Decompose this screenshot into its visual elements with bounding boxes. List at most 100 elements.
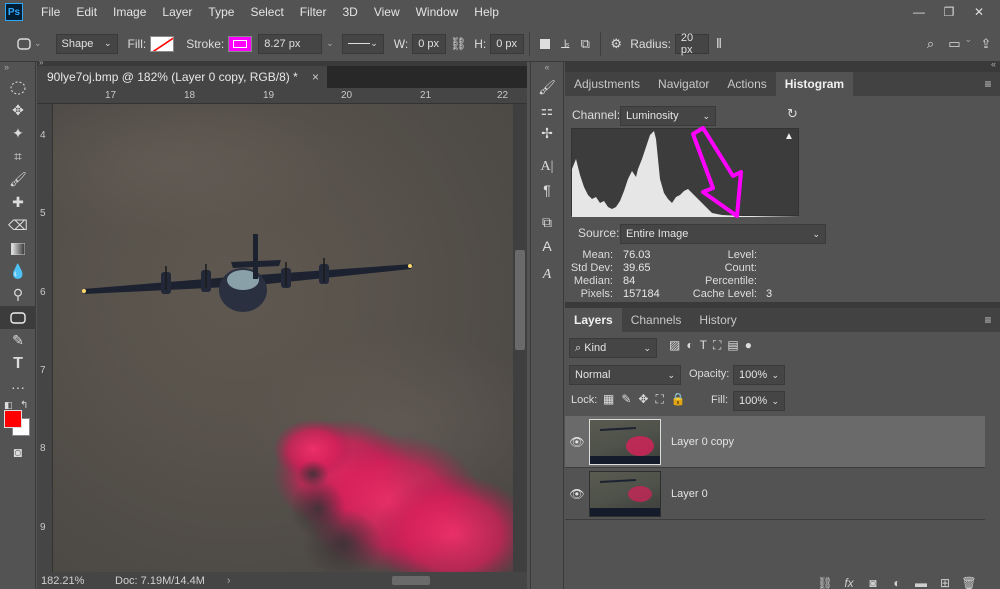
status-menu-icon[interactable]: › — [227, 575, 231, 587]
collapse-icon[interactable]: « — [991, 59, 996, 69]
brush-preset-icon[interactable]: 🖌 — [531, 76, 563, 99]
shape-mode-select[interactable]: Shape ⌄ — [55, 33, 118, 54]
warning-icon[interactable]: ▲ — [784, 131, 794, 142]
shape-filter-icon[interactable]: ⛶ — [713, 338, 721, 353]
layer-filter-select[interactable]: ⌕ Kind ⌄ — [569, 338, 657, 358]
link-icon[interactable]: ⛓ — [448, 34, 468, 54]
new-layer-icon[interactable]: ⊞ — [933, 576, 957, 589]
trash-icon[interactable]: 🗑 — [957, 576, 981, 589]
smart-object-filter-icon[interactable]: ▤ — [727, 338, 738, 353]
opacity-field[interactable]: 100% ⌄ — [733, 365, 785, 385]
tab-channels[interactable]: Channels — [622, 308, 691, 332]
glyphs-icon[interactable]: ⧉ — [531, 211, 563, 234]
document-tab[interactable]: 90lye7oj.bmp @ 182% (Layer 0 copy, RGB/8… — [37, 66, 327, 88]
width-field[interactable]: 0 px — [412, 33, 447, 54]
eye-icon[interactable]: 👁 — [565, 435, 589, 449]
tab-actions[interactable]: Actions — [718, 72, 775, 96]
paragraph-panel-icon[interactable]: ¶ — [531, 178, 563, 201]
radius-field[interactable]: 20 px — [674, 32, 709, 56]
share-icon[interactable]: ⇪ — [976, 34, 996, 54]
marquee-tool-icon[interactable] — [0, 76, 36, 99]
menu-type[interactable]: Type — [200, 0, 242, 24]
tab-history[interactable]: History — [690, 308, 745, 332]
panel-menu-icon[interactable]: ≡ — [976, 308, 1000, 332]
brush-settings-icon[interactable]: ⚏ — [531, 99, 563, 122]
blend-mode-select[interactable]: Normal ⌄ — [569, 365, 681, 385]
tab-layers[interactable]: Layers — [565, 308, 622, 332]
close-tab-icon[interactable]: × — [312, 70, 319, 84]
menu-image[interactable]: Image — [105, 0, 154, 24]
magic-wand-icon[interactable]: ✦ — [0, 122, 36, 145]
fx-icon[interactable]: fx — [837, 576, 861, 589]
align-edges-icon[interactable]: ⫴ — [709, 34, 729, 54]
menu-file[interactable]: File — [33, 0, 68, 24]
move-tool-icon[interactable]: ✥ — [0, 99, 36, 122]
collapse-icon[interactable]: » — [0, 62, 35, 76]
stroke-width-field[interactable]: 8.27 px — [258, 33, 323, 54]
path-arrangement-icon[interactable]: ⧉ — [575, 34, 595, 54]
refresh-icon[interactable]: ↻ — [787, 106, 798, 122]
character-panel-icon[interactable]: A| — [531, 155, 563, 178]
chevron-down-icon[interactable]: ⌄ — [964, 34, 972, 54]
menu-3d[interactable]: 3D — [334, 0, 365, 24]
eraser-tool-icon[interactable]: ⌫ — [0, 214, 36, 237]
rounded-rectangle-tool-icon[interactable] — [14, 34, 34, 54]
layer-name[interactable]: Layer 0 copy — [671, 436, 734, 448]
layer-name[interactable]: Layer 0 — [671, 488, 708, 500]
blur-tool-icon[interactable]: 💧 — [0, 260, 36, 283]
path-operations-icon[interactable] — [535, 34, 555, 54]
layer-row[interactable]: 👁 Layer 0 copy — [565, 416, 985, 468]
adjustment-filter-icon[interactable]: ◐ — [686, 338, 693, 353]
menu-edit[interactable]: Edit — [68, 0, 105, 24]
quick-mask-icon[interactable]: ◙ — [0, 440, 36, 463]
source-select[interactable]: Entire Image ⌄ — [620, 224, 826, 244]
layer-row[interactable]: 👁 Layer 0 — [565, 468, 985, 520]
chevron-down-icon[interactable]: ⌄ — [326, 38, 334, 49]
type-tool-icon[interactable]: T — [0, 352, 36, 375]
chevron-down-icon[interactable]: ⌄ — [34, 38, 42, 49]
tab-navigator[interactable]: Navigator — [649, 72, 718, 96]
restore-icon[interactable]: ❐ — [934, 5, 964, 19]
menu-select[interactable]: Select — [242, 0, 291, 24]
search-icon[interactable]: ⌕ — [920, 34, 940, 54]
channel-select[interactable]: Luminosity ⌄ — [620, 106, 716, 126]
minimize-icon[interactable]: — — [904, 5, 934, 19]
lock-image-icon[interactable]: ✎ — [621, 392, 631, 407]
filter-toggle-icon[interactable]: ● — [745, 338, 752, 353]
add-mask-icon[interactable]: ◙ — [861, 576, 885, 589]
menu-filter[interactable]: Filter — [292, 0, 335, 24]
path-alignment-icon[interactable]: ⫡ — [555, 34, 575, 54]
adjustment-layer-icon[interactable]: ◐ — [885, 576, 909, 589]
character-styles-icon[interactable]: A — [531, 234, 563, 257]
foreground-color-swatch[interactable] — [4, 410, 22, 428]
fill-swatch[interactable] — [150, 35, 175, 52]
collapse-icon[interactable]: « — [531, 62, 563, 76]
menu-view[interactable]: View — [366, 0, 408, 24]
pixel-filter-icon[interactable]: ▨ — [669, 338, 680, 353]
horizontal-scroll-thumb[interactable] — [392, 576, 430, 585]
more-tools-icon[interactable]: ··· — [0, 375, 36, 398]
close-icon[interactable]: ✕ — [964, 5, 994, 19]
healing-brush-icon[interactable]: ✚ — [0, 191, 36, 214]
eye-icon[interactable]: 👁 — [565, 487, 589, 501]
tab-histogram[interactable]: Histogram — [775, 72, 854, 96]
menu-window[interactable]: Window — [408, 0, 467, 24]
menu-help[interactable]: Help — [466, 0, 507, 24]
stroke-style-select[interactable]: ⌄ — [341, 33, 384, 54]
lock-artboard-icon[interactable]: ⛶ — [655, 392, 663, 407]
lock-position-icon[interactable]: ✥ — [638, 392, 648, 407]
gradient-tool-icon[interactable] — [0, 237, 36, 260]
tab-adjustments[interactable]: Adjustments — [565, 72, 649, 96]
zoom-level[interactable]: 182.21% — [41, 575, 107, 587]
lock-transparent-icon[interactable]: ▦ — [603, 392, 614, 407]
rounded-rectangle-tool-icon[interactable] — [0, 306, 36, 329]
vertical-scroll-thumb[interactable] — [515, 250, 525, 350]
brush-tool-icon[interactable]: 🖌 — [0, 168, 36, 191]
folder-icon[interactable]: ▬ — [909, 576, 933, 589]
crop-tool-icon[interactable]: ⌗ — [0, 145, 36, 168]
link-layers-icon[interactable]: ⛓ — [813, 576, 837, 589]
image-canvas[interactable] — [53, 104, 513, 572]
fill-field[interactable]: 100% ⌄ — [733, 391, 785, 411]
menu-layer[interactable]: Layer — [154, 0, 200, 24]
type-filter-icon[interactable]: T — [700, 338, 707, 353]
